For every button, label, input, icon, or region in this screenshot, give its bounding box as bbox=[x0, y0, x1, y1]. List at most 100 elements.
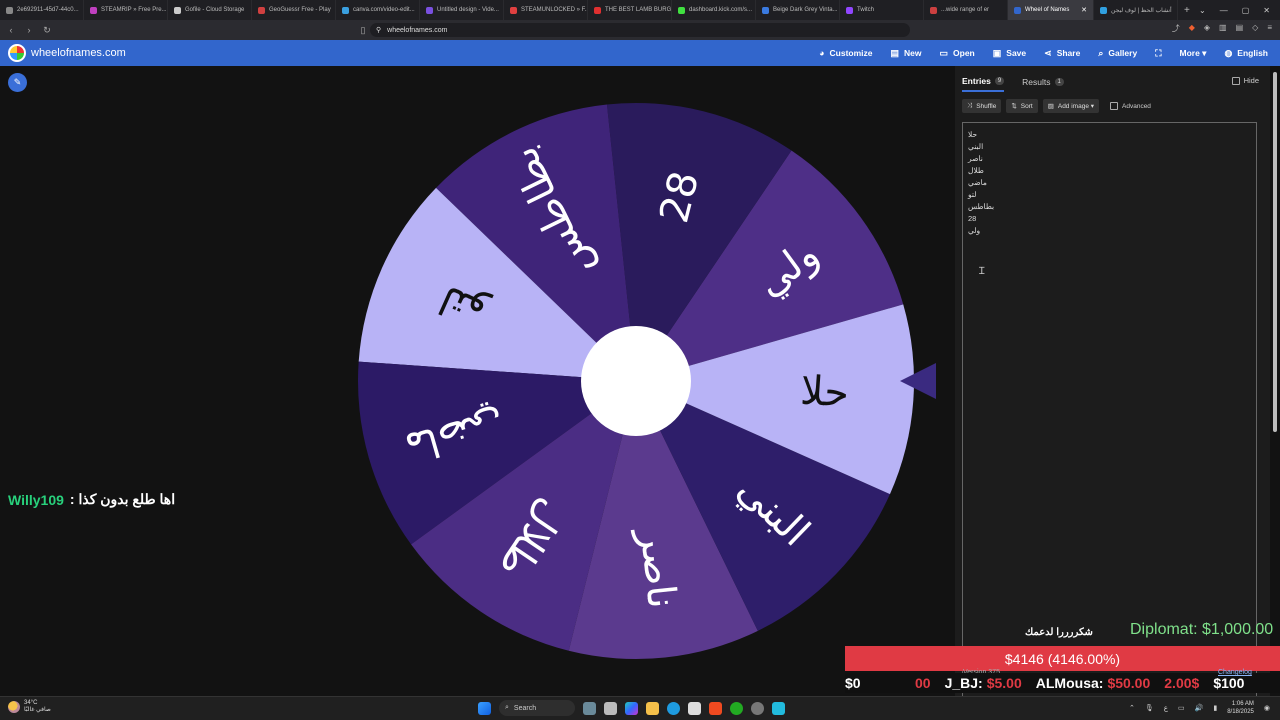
menu-more[interactable]: More ▾ bbox=[1180, 48, 1207, 59]
browser-tab[interactable]: Wheel of Names ✕ bbox=[1008, 0, 1094, 20]
browser-tab[interactable]: canva.com/video-edit... bbox=[336, 0, 420, 20]
text-cursor-icon: Ɪ bbox=[979, 266, 985, 277]
start-icon[interactable] bbox=[478, 702, 491, 715]
new-tab-button[interactable]: + bbox=[1178, 5, 1196, 16]
tab-favicon-icon bbox=[426, 6, 433, 14]
xbox-icon[interactable] bbox=[730, 702, 743, 715]
browser-tab[interactable]: GeoGuessr Free - Play bbox=[252, 0, 336, 20]
wheel[interactable]: ولي28بطاطسلتوماضيطلال ناصرالبنيحلا bbox=[0, 66, 955, 696]
weather-icon bbox=[8, 701, 20, 713]
menu-label: Share bbox=[1056, 48, 1081, 58]
wallet-icon[interactable]: ▤ bbox=[1236, 23, 1244, 34]
store-icon[interactable] bbox=[688, 702, 701, 715]
weather-widget[interactable]: 34°C صافي غالبًا bbox=[8, 700, 51, 714]
hide-checkbox[interactable] bbox=[1231, 76, 1240, 85]
browser-tab[interactable]: Untitled design - Vide... bbox=[420, 0, 504, 20]
forward-icon[interactable]: › bbox=[22, 25, 36, 35]
browser-tab[interactable]: dashboard.kick.com/s... bbox=[672, 0, 756, 20]
steam-icon[interactable] bbox=[751, 702, 764, 715]
ticker-item: 2.00$ bbox=[1164, 675, 1200, 691]
bookmark-icon[interactable]: ▯ bbox=[356, 25, 370, 36]
changelog-link[interactable]: Changelog bbox=[1218, 669, 1252, 676]
share-page-icon[interactable]: ⤴ bbox=[1172, 23, 1180, 34]
menu-save[interactable]: ▣ Save bbox=[993, 48, 1026, 59]
sort-button[interactable]: ⇅ Sort bbox=[1006, 99, 1038, 113]
network-icon[interactable]: ▭ bbox=[1178, 704, 1185, 712]
menu-label: More ▾ bbox=[1179, 47, 1207, 58]
hide-toggle[interactable]: Hide bbox=[1231, 76, 1259, 85]
clock[interactable]: 1:06 AM 8/18/2025 bbox=[1227, 700, 1254, 716]
browser-tab[interactable]: STEAMRIP » Free Pre... bbox=[84, 0, 168, 20]
share-icon: ⋖ bbox=[1044, 47, 1052, 58]
menu-folder[interactable]: ▭ Open bbox=[940, 48, 975, 59]
edge-icon[interactable] bbox=[667, 702, 680, 715]
menu-label: Save bbox=[1006, 48, 1027, 58]
input-language[interactable]: ع bbox=[1164, 704, 1168, 712]
browser-tab[interactable]: Twitch bbox=[840, 0, 924, 20]
volume-icon[interactable]: 🔊 bbox=[1195, 704, 1204, 712]
back-icon[interactable]: ‹ bbox=[4, 25, 18, 35]
advanced-toggle[interactable]: Advanced bbox=[1110, 102, 1151, 110]
mic-icon[interactable]: 🎙 bbox=[1145, 704, 1154, 712]
close-window-icon[interactable]: ✕ bbox=[1263, 6, 1270, 15]
system-tray: ⌃ 🎙 ع ▭ 🔊 ▮ 1:06 AM 8/18/2025 ◉ bbox=[1129, 700, 1270, 716]
browser-tab[interactable]: THE BEST LAMB BURG... bbox=[588, 0, 672, 20]
tray-chevron-icon[interactable]: ⌃ bbox=[1129, 704, 1135, 712]
menu-search[interactable]: ⌕ Gallery bbox=[1098, 48, 1137, 59]
address-bar[interactable]: ⚲ wheelofnames.com bbox=[370, 23, 910, 37]
browser-tab[interactable]: Beige Dark Grey Vinta... bbox=[756, 0, 840, 20]
menu-globe[interactable]: ◍ English bbox=[1224, 48, 1268, 59]
site-name[interactable]: wheelofnames.com bbox=[31, 47, 126, 59]
brave-shield-icon[interactable]: ◆ bbox=[1189, 23, 1195, 34]
maximize-icon[interactable]: ▢ bbox=[1242, 6, 1250, 15]
tab-results[interactable]: Results 1 bbox=[1022, 77, 1064, 91]
minimize-icon[interactable]: — bbox=[1220, 6, 1228, 15]
advanced-label: Advanced bbox=[1122, 102, 1151, 110]
sidebar-icon[interactable]: ▥ bbox=[1219, 23, 1227, 34]
entry-line: ناصر bbox=[968, 154, 983, 163]
menu-palette[interactable]: ◕ Customize bbox=[819, 48, 872, 58]
tab-title: THE BEST LAMB BURG... bbox=[605, 7, 672, 13]
close-tab-icon[interactable]: ✕ bbox=[1081, 6, 1087, 14]
notifications-icon[interactable]: ◉ bbox=[1264, 704, 1270, 712]
browser-tab[interactable]: Gofile - Cloud Storage bbox=[168, 0, 252, 20]
menu-icon[interactable]: ≡ bbox=[1267, 23, 1272, 34]
menu-file[interactable]: ▤ New bbox=[891, 48, 922, 59]
leo-icon[interactable]: ◇ bbox=[1252, 23, 1258, 34]
browser-tab[interactable]: ...wide range of er bbox=[924, 0, 1008, 20]
menu-label: New bbox=[904, 48, 922, 58]
menu-share[interactable]: ⋖ Share bbox=[1044, 48, 1080, 59]
taskbar-search[interactable]: ⌕ Search bbox=[499, 700, 575, 716]
tab-favicon-icon bbox=[1014, 6, 1021, 14]
browser-tab[interactable]: 2e692911-45d7-44c0... bbox=[0, 0, 84, 20]
advanced-checkbox[interactable] bbox=[1110, 102, 1119, 110]
reload-icon[interactable]: ↻ bbox=[40, 25, 54, 36]
widgets-icon[interactable] bbox=[583, 702, 596, 715]
page-scrollbar[interactable] bbox=[1273, 72, 1277, 432]
copilot-icon[interactable] bbox=[625, 702, 638, 715]
file-explorer-icon[interactable] bbox=[646, 702, 659, 715]
weather-temp: 34°C bbox=[24, 700, 38, 706]
clock-date: 8/18/2025 bbox=[1227, 709, 1254, 715]
image-button[interactable]: ▨ Add image ▾ bbox=[1042, 99, 1100, 113]
notepad-icon[interactable] bbox=[772, 702, 785, 715]
ticker-item: $5.00 bbox=[986, 675, 1022, 691]
wheel-center-button[interactable] bbox=[581, 326, 691, 436]
entries-textarea[interactable]: حلا البني ناصر طلال ماضي لتو بطاطس 28 ولي Ɪ bbox=[962, 122, 1257, 696]
menu-fullscreen[interactable]: ⛶ bbox=[1155, 48, 1161, 59]
tab-entries[interactable]: Entries 9 bbox=[962, 76, 1005, 92]
panel-tabs: Entries 9 Results 1 bbox=[962, 76, 1064, 92]
shuffle-button[interactable]: ⤨ Shuffle bbox=[962, 99, 1002, 113]
site-info-icon[interactable]: ⚲ bbox=[376, 26, 381, 34]
wheel-logo-icon[interactable] bbox=[8, 44, 26, 62]
url-text: wheelofnames.com bbox=[387, 26, 448, 34]
sort-icon: ⇅ bbox=[1011, 103, 1017, 110]
battery-icon[interactable]: ▮ bbox=[1213, 704, 1217, 712]
extension-icon[interactable]: ◈ bbox=[1204, 23, 1210, 34]
task-view-icon[interactable] bbox=[604, 702, 617, 715]
browser-tab[interactable]: أنشاب الحظ | لوف ليجن bbox=[1094, 0, 1178, 20]
brave-icon[interactable] bbox=[709, 702, 722, 715]
dropdown-icon[interactable]: ⌄ bbox=[1199, 6, 1206, 15]
browser-tab[interactable]: STEAMUNLOCKED » F... bbox=[504, 0, 588, 20]
tab-title: ...wide range of er bbox=[941, 7, 990, 13]
